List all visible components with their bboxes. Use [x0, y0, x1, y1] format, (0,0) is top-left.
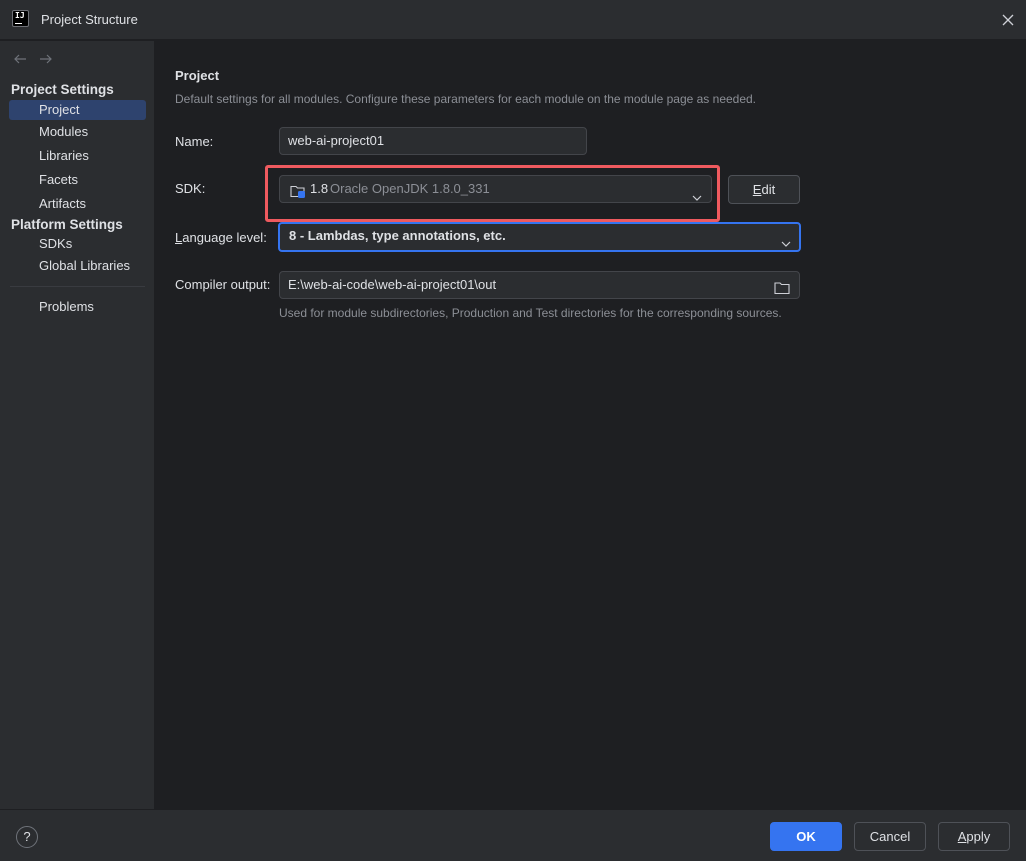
sdk-label: SDK:: [175, 181, 206, 196]
cancel-button[interactable]: Cancel: [854, 822, 926, 851]
forward-arrow-icon[interactable]: [38, 51, 54, 67]
section-header-project-settings: Project Settings: [11, 82, 114, 97]
language-level-dropdown[interactable]: 8 - Lambdas, type annotations, etc.: [278, 222, 801, 252]
chevron-down-icon: [781, 232, 791, 247]
annotation-highlight-box: [265, 165, 720, 222]
compiler-output-hint: Used for module subdirectories, Producti…: [279, 306, 782, 320]
sidebar-item-libraries[interactable]: Libraries: [9, 146, 146, 166]
close-icon[interactable]: [998, 10, 1018, 30]
title-bar: IJ Project Structure: [0, 0, 1026, 40]
sidebar-item-problems[interactable]: Problems: [9, 297, 146, 317]
dialog-footer: ? OK Cancel Apply: [0, 809, 1026, 861]
sidebar: Project Settings Project Modules Librari…: [0, 41, 155, 809]
name-label: Name:: [175, 134, 214, 149]
language-level-label: Language level:: [175, 230, 267, 245]
sidebar-item-modules[interactable]: Modules: [9, 122, 146, 142]
sidebar-item-global-libraries[interactable]: Global Libraries: [9, 256, 146, 276]
compiler-output-value: E:\web-ai-code\web-ai-project01\out: [288, 277, 497, 292]
section-header-platform-settings: Platform Settings: [11, 217, 123, 232]
back-arrow-icon[interactable]: [12, 51, 28, 67]
name-field[interactable]: web-ai-project01: [279, 127, 587, 155]
apply-button[interactable]: Apply: [938, 822, 1010, 851]
window-title: Project Structure: [41, 12, 138, 27]
sidebar-divider: [10, 286, 145, 287]
sidebar-item-artifacts[interactable]: Artifacts: [9, 194, 146, 214]
edit-sdk-button[interactable]: Edit: [728, 175, 800, 204]
compiler-output-label: Compiler output:: [175, 277, 271, 292]
sidebar-item-project[interactable]: Project: [9, 100, 146, 120]
main-content: Project Default settings for all modules…: [156, 41, 1026, 809]
page-description: Default settings for all modules. Config…: [175, 92, 757, 106]
intellij-logo-icon: IJ: [12, 10, 29, 27]
browse-folder-icon[interactable]: [774, 278, 790, 295]
help-icon[interactable]: ?: [16, 826, 38, 848]
logo-text: IJ: [15, 11, 25, 20]
ok-button[interactable]: OK: [770, 822, 842, 851]
sidebar-item-sdks[interactable]: SDKs: [9, 234, 146, 254]
page-title: Project: [175, 68, 220, 83]
compiler-output-field[interactable]: E:\web-ai-code\web-ai-project01\out: [279, 271, 800, 299]
sidebar-item-facets[interactable]: Facets: [9, 170, 146, 190]
language-level-value: 8 - Lambdas, type annotations, etc.: [289, 228, 506, 243]
